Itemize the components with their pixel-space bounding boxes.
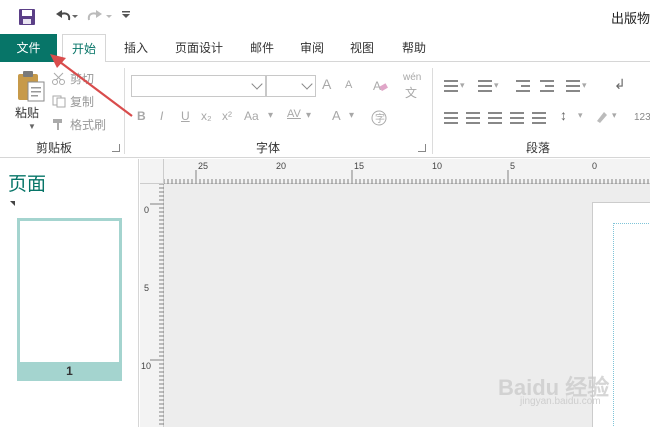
paste-icon[interactable]	[16, 70, 46, 102]
shading-icon[interactable]	[594, 109, 610, 125]
char-spacing-button[interactable]: AV	[287, 108, 301, 120]
copy-label: 复制	[70, 95, 95, 109]
italic-button[interactable]: I	[160, 109, 163, 123]
chevron-down-icon[interactable]: ▾	[494, 80, 499, 91]
superscript-button[interactable]: x²	[222, 109, 232, 123]
cut-button[interactable]: 剪切	[52, 70, 94, 87]
window-title: 出版物	[610, 11, 650, 26]
font-color-button[interactable]: A	[332, 108, 341, 123]
scissors-icon	[52, 72, 65, 85]
decrease-indent-icon[interactable]	[516, 80, 530, 92]
underline-button[interactable]: U	[181, 109, 190, 123]
align-center-icon[interactable]	[466, 112, 480, 124]
ribbon-tabs: 文件 开始 插入 页面设计 邮件 审阅 视图 帮助	[0, 34, 650, 63]
font-size-select[interactable]	[266, 75, 316, 97]
tab-view[interactable]: 视图	[342, 34, 382, 62]
quick-access-toolbar: 出版物	[0, 0, 650, 34]
collapse-section-icon[interactable]	[10, 201, 15, 206]
phonetic-guide-button[interactable]: wén	[403, 72, 421, 83]
page-number-label: 1	[17, 362, 122, 381]
page-thumbnail[interactable]	[17, 218, 122, 381]
vertical-ruler-ticks	[150, 183, 164, 425]
ruler-label: 25	[198, 161, 209, 171]
brush-icon	[53, 119, 62, 130]
bold-button[interactable]: B	[137, 109, 146, 123]
tab-mailings[interactable]: 邮件	[242, 34, 282, 62]
font-family-select[interactable]	[131, 75, 266, 97]
tab-page-design[interactable]: 页面设计	[166, 34, 232, 62]
tab-home[interactable]: 开始	[62, 34, 106, 63]
svg-text:A: A	[373, 79, 381, 93]
horizontal-ruler-ticks	[163, 170, 649, 184]
chevron-down-icon[interactable]: ▾	[306, 110, 311, 121]
ribbon: 粘贴 ▼ 剪切 复制 格式刷 剪贴板 A A A wén 文 B I U x₂ …	[0, 62, 650, 158]
grow-font-button[interactable]: A	[322, 76, 331, 92]
ruler-label: 20	[276, 161, 287, 171]
clear-format-icon[interactable]: A	[372, 78, 388, 94]
copy-icon	[52, 95, 66, 108]
chevron-down-icon[interactable]: ▾	[578, 110, 583, 121]
subscript-button[interactable]: x₂	[201, 109, 212, 123]
paste-button[interactable]: 粘贴	[15, 104, 39, 121]
copy-button[interactable]: 复制	[52, 93, 94, 110]
format-painter-label: 格式刷	[70, 118, 107, 132]
chevron-down-icon[interactable]	[120, 9, 132, 21]
clipboard-group-label: 剪贴板	[36, 141, 73, 155]
tab-insert[interactable]: 插入	[116, 34, 156, 62]
change-case-button[interactable]: Aa	[244, 109, 259, 123]
pages-panel-title: 页面	[8, 174, 47, 195]
ruler-label: 10	[432, 161, 443, 171]
paragraph-group-label: 段落	[526, 141, 551, 155]
tab-file[interactable]: 文件	[0, 34, 57, 62]
clipboard-launcher-icon[interactable]	[112, 144, 120, 152]
phonetic-guide-char: 文	[405, 86, 418, 100]
list-style-icon[interactable]	[566, 80, 580, 92]
chevron-down-icon[interactable]: ▾	[268, 110, 273, 121]
character-border-icon[interactable]: 字	[370, 109, 388, 127]
paragraph-mark-icon[interactable]: ↲	[614, 76, 626, 93]
paste-dropdown-icon[interactable]: ▼	[28, 122, 36, 131]
cut-label: 剪切	[70, 72, 95, 86]
ruler-label: 0	[144, 205, 150, 215]
align-left-icon[interactable]	[444, 112, 458, 124]
line-spacing-icon[interactable]: ↕	[560, 107, 567, 123]
numbering-icon[interactable]	[478, 80, 492, 92]
ruler-label: 15	[354, 161, 365, 171]
svg-text:字: 字	[375, 112, 385, 125]
ruler-label: 0	[592, 161, 598, 171]
group-divider	[124, 68, 125, 154]
vertical-ruler[interactable]: 0 5 10	[140, 183, 164, 427]
chevron-down-icon[interactable]: ▾	[582, 80, 587, 91]
pages-panel: 页面 1	[0, 159, 139, 427]
ruler-label: 5	[510, 161, 516, 171]
redo-icon[interactable]	[86, 7, 112, 25]
font-group-label: 字体	[256, 141, 281, 155]
distributed-icon[interactable]	[532, 112, 546, 124]
ruler-label: 10	[141, 361, 152, 371]
shrink-font-button[interactable]: A	[345, 79, 352, 91]
tab-review[interactable]: 审阅	[292, 34, 332, 62]
chevron-down-icon[interactable]: ▾	[460, 80, 465, 91]
margin-guide	[613, 223, 650, 427]
format-painter-button[interactable]: 格式刷	[52, 116, 106, 133]
tab-help[interactable]: 帮助	[392, 34, 436, 62]
bullets-icon[interactable]	[444, 80, 458, 92]
font-launcher-icon[interactable]	[418, 144, 426, 152]
numbering-value[interactable]: 123	[634, 112, 650, 123]
chevron-down-icon[interactable]: ▾	[349, 110, 354, 121]
chevron-down-icon[interactable]: ▾	[612, 110, 617, 121]
watermark-url: jingyan.baidu.com	[520, 396, 601, 407]
align-right-icon[interactable]	[488, 112, 502, 124]
group-divider	[432, 68, 433, 154]
increase-indent-icon[interactable]	[540, 80, 554, 92]
justify-icon[interactable]	[510, 112, 524, 124]
save-icon[interactable]	[18, 8, 36, 26]
horizontal-ruler[interactable]: 25 20 15 10 5 0	[163, 159, 650, 184]
ruler-corner	[140, 159, 164, 184]
ruler-label: 5	[144, 283, 150, 293]
undo-icon[interactable]	[52, 7, 78, 25]
